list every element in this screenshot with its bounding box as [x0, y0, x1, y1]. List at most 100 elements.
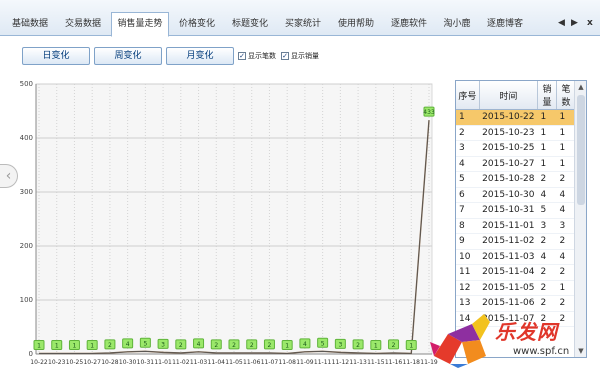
- data-label: 2: [179, 342, 183, 349]
- data-label: 2: [250, 342, 254, 349]
- table-row[interactable]: 11 2015-11-04 2 2: [456, 264, 576, 281]
- tab-basic-data[interactable]: 基础数据: [5, 13, 55, 36]
- x-tick-label: 11-04: [208, 359, 226, 366]
- cell-orders: 4: [556, 249, 576, 265]
- table-row[interactable]: 1 2015-10-22 1 1: [456, 109, 576, 126]
- cell-date: 2015-11-02: [479, 233, 538, 250]
- tab-next-icon[interactable]: ▶: [571, 18, 578, 28]
- show-count-label: 显示笔数: [248, 52, 276, 60]
- data-label: 1: [90, 342, 94, 349]
- cell-date: 2015-11-05: [479, 280, 538, 296]
- col-header-index[interactable]: 序号: [456, 81, 480, 110]
- show-count-checkbox[interactable]: ✓: [238, 52, 246, 60]
- cell-date: 2015-11-04: [479, 264, 538, 281]
- day-change-button[interactable]: 日变化: [22, 47, 90, 65]
- deer-logo-icon: [430, 314, 490, 368]
- cell-orders: 2: [556, 233, 576, 250]
- cell-sales: 1: [537, 109, 557, 126]
- month-change-button[interactable]: 月变化: [166, 47, 234, 65]
- tab-help[interactable]: 使用帮助: [331, 13, 381, 36]
- scroll-thumb[interactable]: [577, 95, 585, 205]
- close-icon[interactable]: x: [587, 18, 593, 28]
- data-label: 3: [338, 341, 342, 348]
- col-header-orders[interactable]: 笔数: [556, 81, 577, 110]
- cell-date: 2015-10-30: [479, 187, 538, 203]
- table-row[interactable]: 13 2015-11-06 2 2: [456, 295, 576, 312]
- tab-buyer-stats[interactable]: 买家统计: [278, 13, 328, 36]
- tab-trade-data[interactable]: 交易数据: [58, 13, 108, 36]
- tab-taoxiaolu[interactable]: 淘小鹿: [437, 13, 477, 36]
- cell-date: 2015-11-06: [479, 295, 538, 312]
- tab-zhulu-software[interactable]: 逐鹿软件: [384, 13, 434, 36]
- table-row[interactable]: 2 2015-10-23 1 1: [456, 125, 576, 141]
- x-tick-label: 10-27: [83, 359, 101, 366]
- cell-index: 9: [456, 233, 480, 250]
- col-header-date[interactable]: 时间: [479, 81, 538, 110]
- scroll-down-icon[interactable]: ▼: [575, 345, 586, 357]
- cell-orders: 1: [556, 125, 576, 141]
- data-label: 2: [356, 342, 360, 349]
- table-row[interactable]: 12 2015-11-05 2 1: [456, 280, 576, 296]
- data-label: 2: [214, 342, 218, 349]
- show-sales-checkbox[interactable]: ✓: [281, 52, 289, 60]
- show-sales-label: 显示销量: [291, 52, 319, 60]
- cell-sales: 2: [537, 295, 557, 312]
- data-label: 4: [126, 341, 130, 348]
- cell-index: 11: [456, 264, 480, 281]
- y-tick-label: 200: [20, 242, 33, 250]
- cell-index: 5: [456, 171, 480, 188]
- tab-prev-icon[interactable]: ◀: [558, 18, 565, 28]
- cell-sales: 2: [537, 280, 557, 296]
- table-row[interactable]: 10 2015-11-03 4 4: [456, 249, 576, 265]
- cell-sales: 3: [537, 218, 557, 234]
- tab-bar: 基础数据 交易数据 销售量走势 价格变化 标题变化 买家统计 使用帮助 逐鹿软件…: [0, 0, 600, 37]
- cell-orders: 4: [556, 187, 576, 203]
- table-row[interactable]: 9 2015-11-02 2 2: [456, 233, 576, 250]
- scroll-up-icon[interactable]: ▲: [575, 81, 586, 93]
- tab-title-change[interactable]: 标题变化: [225, 13, 275, 36]
- cell-index: 4: [456, 156, 480, 172]
- cell-orders: 2: [556, 311, 576, 327]
- cell-date: 2015-10-23: [479, 125, 538, 141]
- cell-orders: 1: [556, 109, 576, 126]
- watermark-text: 乐发网: [495, 320, 558, 344]
- table-row[interactable]: 4 2015-10-27 1 1: [456, 156, 576, 172]
- cell-date: 2015-10-27: [479, 156, 538, 172]
- table-row[interactable]: 7 2015-10-31 5 4: [456, 202, 576, 219]
- data-label: 4: [197, 341, 201, 348]
- table-scrollbar[interactable]: ▲ ▼: [574, 81, 586, 357]
- table-row[interactable]: 6 2015-10-30 4 4: [456, 187, 576, 203]
- y-tick-label: 100: [20, 296, 33, 304]
- x-tick-label: 11-15: [367, 359, 385, 366]
- data-label: 1: [285, 342, 289, 349]
- cell-index: 3: [456, 140, 480, 157]
- table-row[interactable]: 8 2015-11-01 3 3: [456, 218, 576, 234]
- tab-sales-trend[interactable]: 销售量走势: [111, 12, 169, 37]
- table-row[interactable]: 5 2015-10-28 2 2: [456, 171, 576, 188]
- cell-date: 2015-10-25: [479, 140, 538, 157]
- data-label: 2: [268, 342, 272, 349]
- cell-sales: 1: [537, 125, 557, 141]
- data-label: 4: [303, 341, 307, 348]
- data-label: 1: [73, 342, 77, 349]
- col-header-sales[interactable]: 销量: [537, 81, 557, 110]
- tab-zhulu-blog[interactable]: 逐鹿博客: [480, 13, 530, 36]
- cell-index: 13: [456, 295, 480, 312]
- cell-date: 2015-11-03: [479, 249, 538, 265]
- cell-orders: 2: [556, 171, 576, 188]
- x-tick-label: 11-11: [314, 359, 332, 366]
- table-row[interactable]: 3 2015-10-25 1 1: [456, 140, 576, 157]
- cell-sales: 2: [537, 264, 557, 281]
- data-label: 1: [37, 342, 41, 349]
- cell-sales: 2: [537, 171, 557, 188]
- data-label: 433: [423, 109, 435, 116]
- x-tick-label: 11-18: [403, 359, 421, 366]
- x-tick-label: 11-16: [385, 359, 403, 366]
- week-change-button[interactable]: 周变化: [94, 47, 162, 65]
- x-tick-label: 10-23: [48, 359, 66, 366]
- x-tick-label: 10-22: [30, 359, 48, 366]
- tab-price-change[interactable]: 价格变化: [172, 13, 222, 36]
- cell-orders: 2: [556, 295, 576, 312]
- cell-sales: 1: [537, 156, 557, 172]
- y-tick-label: 400: [20, 134, 33, 142]
